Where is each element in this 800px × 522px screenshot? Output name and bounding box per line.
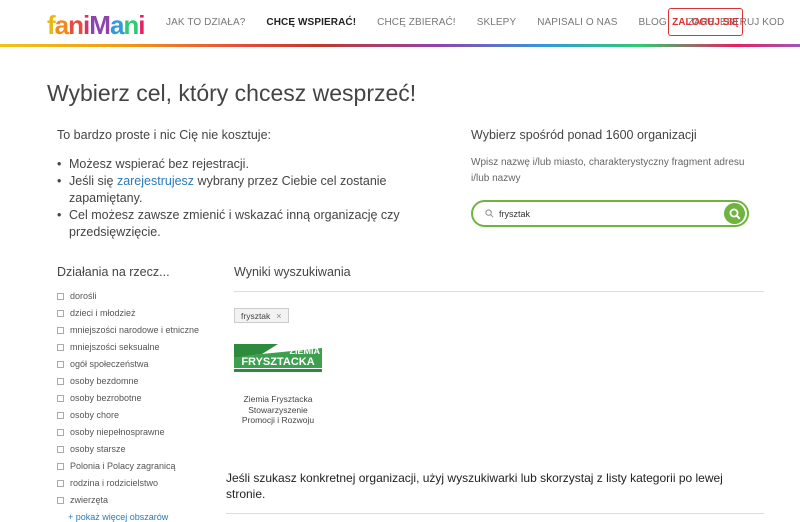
category-item[interactable]: dzieci i młodzież [57, 308, 207, 320]
search-hint: Wpisz nazwę i/lub miasto, charakterystyc… [471, 157, 745, 184]
search-tag: frysztak × [234, 308, 289, 323]
close-icon[interactable]: × [276, 311, 281, 321]
org-card[interactable]: ZIEMIA FRYSZTACKA Ziemia Frysztacka Stow… [234, 344, 322, 426]
category-checkbox[interactable] [57, 497, 64, 504]
nav-how-it-works[interactable]: JAK TO DZIAŁA? [166, 17, 245, 28]
category-checkbox[interactable] [57, 446, 64, 453]
category-label: Polonia i Polacy zagranicą [70, 461, 176, 471]
category-checkbox[interactable] [57, 395, 64, 402]
logo[interactable]: faniMani [47, 10, 146, 41]
nav-support[interactable]: CHCĘ WSPIERAĆ! [266, 17, 356, 28]
category-label: zwierzęta [70, 495, 109, 505]
category-checkbox[interactable] [57, 429, 64, 436]
register-link[interactable]: zarejestrujesz [117, 174, 194, 188]
category-item[interactable]: zwierzęta [57, 495, 207, 507]
category-checkbox[interactable] [57, 310, 64, 317]
category-checkbox[interactable] [57, 378, 64, 385]
search-icon [485, 209, 494, 218]
results-title: Wyniki wyszukiwania [234, 265, 764, 292]
category-checkbox[interactable] [57, 463, 64, 470]
category-checkbox[interactable] [57, 361, 64, 368]
category-label: mniejszości narodowe i etniczne [70, 325, 200, 335]
intro-bullet: Możesz wspierać bez rejestracji. [57, 156, 417, 173]
show-more-link[interactable]: + pokaż więcej obszarów [68, 512, 207, 522]
category-label: dorośli [70, 291, 97, 301]
search-input[interactable] [499, 205, 709, 223]
nav-press[interactable]: NAPISALI O NAS [537, 17, 617, 28]
search-field[interactable] [471, 200, 749, 227]
search-tag-label: frysztak [241, 310, 271, 321]
intro-section: To bardzo proste i nic Cię nie kosztuje:… [57, 128, 417, 241]
category-checkbox[interactable] [57, 293, 64, 300]
rainbow-divider [0, 44, 800, 47]
category-list: dorośli dzieci i młodzież mniejszości naro… [57, 291, 207, 507]
category-label: osoby bezrobotne [70, 393, 142, 403]
category-label: ogół społeczeństwa [70, 359, 149, 369]
search-title: Wybierz spośród ponad 1600 organizacji [471, 128, 697, 142]
page-title: Wybierz cel, który chcesz wesprzeć! [47, 80, 417, 106]
category-label: dzieci i młodzież [70, 308, 136, 318]
intro-list: Możesz wspierać bez rejestracji. Jeśli s… [57, 156, 417, 241]
category-label: osoby bezdomne [70, 376, 139, 386]
search-button[interactable] [724, 203, 745, 224]
category-label: osoby starsze [70, 444, 126, 454]
category-checkbox[interactable] [57, 480, 64, 487]
category-item[interactable]: osoby bezdomne [57, 376, 207, 388]
category-checkbox[interactable] [57, 412, 64, 419]
org-logo-text-bottom: FRYSZTACKA [241, 356, 314, 368]
category-item[interactable]: osoby niepełnosprawne [57, 427, 207, 439]
category-item[interactable]: osoby starsze [57, 444, 207, 456]
category-sidebar: Działania na rzecz... dorośli dzieci i mł… [57, 265, 207, 522]
nav-collect[interactable]: CHCĘ ZBIERAĆ! [377, 17, 456, 28]
results-note: Jeśli szukasz konkretnej organizacji, uż… [226, 471, 723, 501]
category-label: osoby chore [70, 410, 120, 420]
category-item[interactable]: rodzina i rodzicielstwo [57, 478, 207, 490]
intro-bullet: Cel możesz zawsze zmienić i wskazać inną… [57, 207, 417, 241]
category-item[interactable]: mniejszości seksualne [57, 342, 207, 354]
divider [226, 513, 764, 514]
top-bar: faniMani JAK TO DZIAŁA? CHCĘ WSPIERAĆ! C… [0, 0, 800, 44]
login-button[interactable]: ZALOGUJ SIĘ [668, 8, 743, 36]
nav-blog[interactable]: BLOG [639, 17, 667, 28]
category-item[interactable]: Polonia i Polacy zagranicą [57, 461, 207, 473]
intro-lead: To bardzo proste i nic Cię nie kosztuje: [57, 128, 271, 142]
results-section: Wyniki wyszukiwania frysztak × ZIEMIA FR… [226, 265, 764, 514]
category-label: osoby niepełnosprawne [70, 427, 165, 437]
sidebar-title: Działania na rzecz... [57, 265, 170, 279]
nav-shops[interactable]: SKLEPY [477, 17, 517, 28]
org-logo: ZIEMIA FRYSZTACKA [234, 344, 322, 374]
category-item[interactable]: mniejszości narodowe i etniczne [57, 325, 207, 337]
category-item[interactable]: osoby bezrobotne [57, 393, 207, 405]
category-item[interactable]: ogół społeczeństwa [57, 359, 207, 371]
category-item[interactable]: dorośli [57, 291, 207, 303]
search-section: Wybierz spośród ponad 1600 organizacji W… [471, 128, 751, 227]
category-checkbox[interactable] [57, 327, 64, 334]
category-label: mniejszości seksualne [70, 342, 160, 352]
intro-text: Jeśli się [69, 174, 117, 188]
category-label: rodzina i rodzicielstwo [70, 478, 159, 488]
org-logo-text-top: ZIEMIA [290, 346, 321, 356]
category-checkbox[interactable] [57, 344, 64, 351]
org-name: Ziemia Frysztacka Stowarzyszenie Promocj… [241, 394, 315, 425]
category-item[interactable]: osoby chore [57, 410, 207, 422]
intro-bullet: Jeśli się zarejestrujesz wybrany przez C… [57, 173, 417, 207]
search-icon [729, 208, 741, 220]
